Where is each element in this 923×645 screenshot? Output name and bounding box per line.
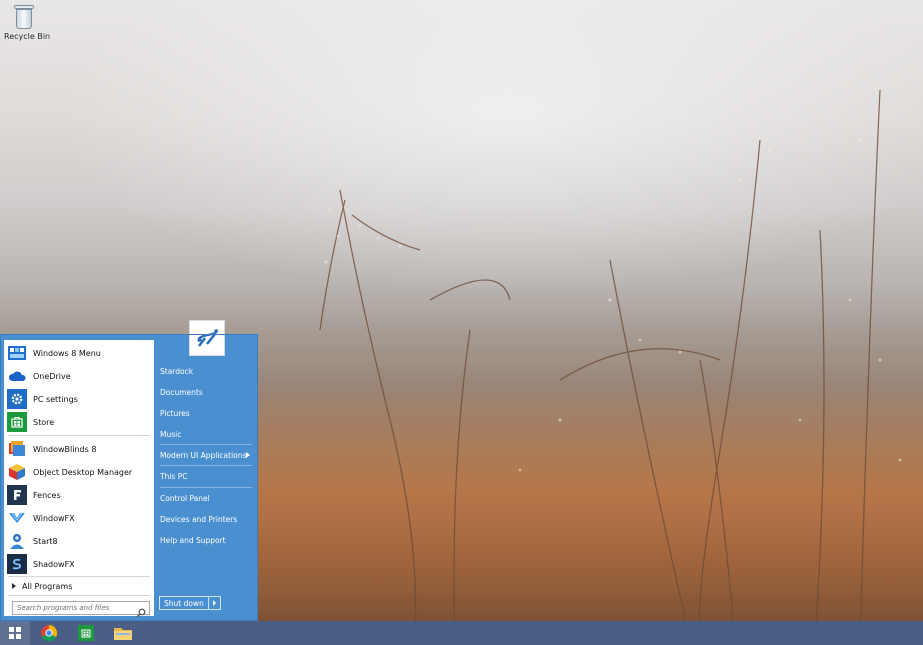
program-label: Object Desktop Manager — [33, 467, 133, 477]
taskbar-store[interactable] — [71, 621, 101, 645]
program-store[interactable]: Store — [4, 411, 154, 433]
program-fences[interactable]: Fences — [4, 484, 154, 506]
all-programs-button[interactable]: All Programs — [8, 579, 148, 593]
program-label: WindowBlinds 8 — [33, 444, 97, 454]
program-label: OneDrive — [33, 371, 71, 381]
file-explorer-icon — [114, 628, 132, 640]
right-separator — [160, 444, 252, 445]
triangle-right-icon — [12, 583, 16, 589]
program-label: Fences — [33, 490, 61, 500]
right-item-modern-ui-applications[interactable]: Modern UI Applications — [160, 446, 252, 464]
recycle-bin-icon — [13, 4, 35, 30]
right-separator — [160, 465, 252, 466]
onedrive-cloud-icon — [7, 366, 27, 386]
right-item-control-panel[interactable]: Control Panel — [160, 489, 252, 507]
programs-pane: Windows 8 Menu OneDrive PC settings Stor… — [4, 340, 154, 618]
program-start8[interactable]: Start8 — [4, 530, 154, 552]
right-item-help-and-support[interactable]: Help and Support — [160, 531, 252, 549]
program-label: PC settings — [33, 394, 78, 404]
gear-icon — [7, 389, 27, 409]
all-programs-label: All Programs — [22, 581, 73, 591]
search-icon[interactable] — [136, 603, 146, 618]
search-input[interactable] — [13, 602, 133, 614]
shutdown-group: Shut down — [159, 596, 221, 610]
store-bag-icon — [7, 412, 27, 432]
right-item-this-pc[interactable]: This PC — [160, 467, 252, 485]
program-windowblinds[interactable]: WindowBlinds 8 — [4, 438, 154, 460]
right-item-stardock[interactable]: Stardock — [160, 362, 252, 380]
search-separator — [8, 595, 150, 596]
right-item-documents[interactable]: Documents — [160, 383, 252, 401]
submenu-arrow-icon — [246, 452, 251, 458]
program-label: ShadowFX — [33, 559, 75, 569]
right-item-devices-and-printers[interactable]: Devices and Printers — [160, 510, 252, 528]
taskbar-chrome[interactable] — [34, 621, 64, 645]
right-item-music[interactable]: Music — [160, 425, 252, 443]
shadowfx-icon — [7, 554, 27, 574]
taskbar — [0, 621, 923, 645]
program-shadowfx[interactable]: ShadowFX — [4, 553, 154, 575]
object-desktop-cube-icon — [7, 462, 27, 482]
windowblinds-icon — [7, 439, 27, 459]
right-item-pictures[interactable]: Pictures — [160, 404, 252, 422]
recycle-bin-label: Recycle Bin — [4, 32, 51, 41]
program-windowfx[interactable]: WindowFX — [4, 507, 154, 529]
program-label: Start8 — [33, 536, 58, 546]
store-icon — [78, 625, 94, 641]
fences-icon — [7, 485, 27, 505]
search-box[interactable] — [12, 601, 150, 618]
program-windows8-menu[interactable]: Windows 8 Menu — [4, 342, 154, 364]
program-object-desktop-manager[interactable]: Object Desktop Manager — [4, 461, 154, 483]
program-separator — [8, 435, 150, 436]
chevron-right-icon — [212, 600, 216, 606]
shutdown-button[interactable]: Shut down — [159, 596, 209, 610]
program-label: WindowFX — [33, 513, 75, 523]
taskbar-file-explorer[interactable] — [108, 621, 138, 645]
start8-icon — [7, 531, 27, 551]
shutdown-options-button[interactable] — [208, 596, 221, 610]
start-button-icon — [9, 627, 21, 639]
stardock-logo-icon[interactable] — [189, 320, 225, 356]
start-button[interactable] — [0, 621, 30, 645]
chrome-icon — [41, 624, 58, 642]
right-separator — [160, 487, 252, 488]
program-label: Store — [33, 417, 55, 427]
program-pc-settings[interactable]: PC settings — [4, 388, 154, 410]
program-separator — [8, 576, 150, 577]
start-menu: Windows 8 Menu OneDrive PC settings Stor… — [0, 320, 258, 621]
program-onedrive[interactable]: OneDrive — [4, 365, 154, 387]
windowfx-icon — [7, 508, 27, 528]
windows8-menu-icon — [7, 343, 27, 363]
recycle-bin-shortcut[interactable]: Recycle Bin — [4, 4, 51, 41]
program-label: Windows 8 Menu — [33, 348, 101, 358]
